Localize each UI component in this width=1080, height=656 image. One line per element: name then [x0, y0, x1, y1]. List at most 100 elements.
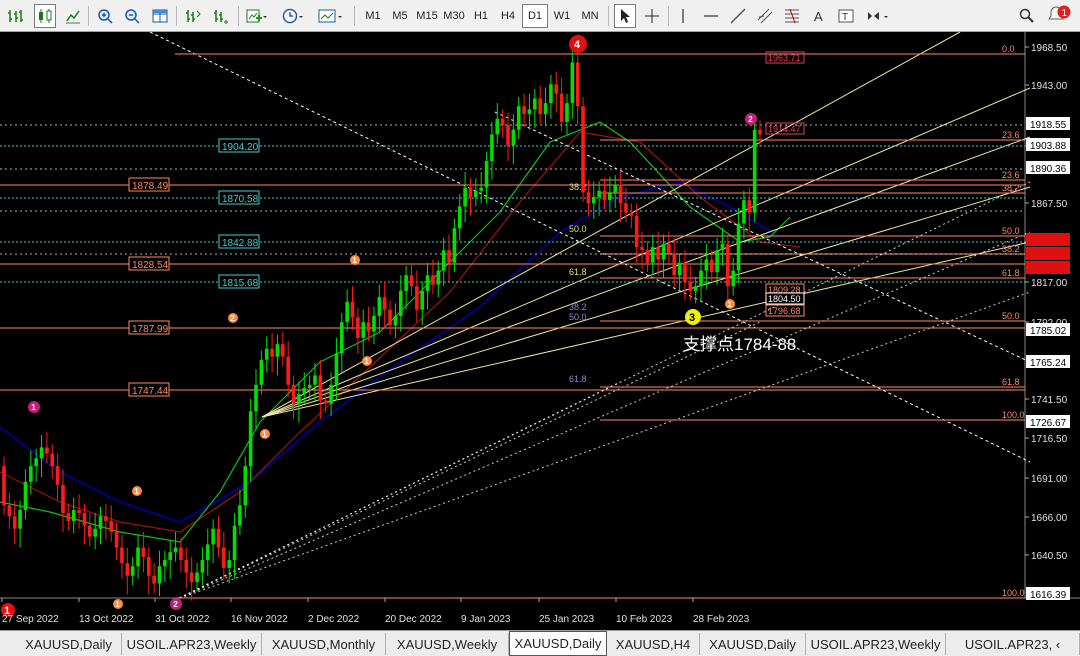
- candle-body: [570, 62, 575, 104]
- price-tag-label: 1804.50: [768, 294, 801, 304]
- date-axis-label: 9 Jan 2023: [461, 614, 511, 625]
- chart-tab[interactable]: XAUUSD,Monthly: [262, 633, 386, 655]
- wave-label: 2: [173, 600, 178, 609]
- timeframe-h1-button[interactable]: H1: [468, 4, 494, 28]
- bar-chart-icon[interactable]: [4, 4, 26, 28]
- chart-tab[interactable]: XAUUSD,Weekly: [386, 633, 509, 655]
- fib-level-label: 50.0: [1002, 311, 1020, 321]
- timeframe-d1-button[interactable]: D1: [522, 4, 548, 28]
- candle-body: [522, 106, 526, 115]
- timeframe-m15-button[interactable]: M15: [414, 4, 440, 28]
- price-axis-label: 1691.00: [1031, 474, 1068, 485]
- periods-clock-icon[interactable]: [280, 4, 306, 28]
- candlestick-icon[interactable]: [34, 4, 56, 28]
- chart-tab[interactable]: XAUUSD,Daily: [16, 633, 122, 655]
- zoom-out-icon[interactable]: [121, 4, 143, 28]
- chart-tab[interactable]: USOIL.APR23,Weekly: [806, 633, 946, 655]
- candle-body: [157, 566, 162, 584]
- candle-body: [474, 190, 478, 198]
- timeframe-m30-button[interactable]: M30: [441, 4, 467, 28]
- candle-body: [7, 505, 12, 517]
- timeframe-m5-button[interactable]: M5: [387, 4, 413, 28]
- candle-body: [313, 375, 317, 385]
- candle-body: [731, 270, 735, 287]
- search-icon[interactable]: [1016, 4, 1038, 28]
- autoscroll-icon[interactable]: [210, 4, 232, 28]
- candle-body: [77, 509, 81, 514]
- timeframe-m1-button[interactable]: M1: [360, 4, 386, 28]
- candle-body: [634, 215, 639, 248]
- chart-tab[interactable]: USOIL.APR23,Weekly: [122, 633, 262, 655]
- zoom-in-icon[interactable]: [94, 4, 116, 28]
- trendline-icon[interactable]: [727, 4, 749, 28]
- candle-body: [243, 466, 248, 506]
- date-axis-label: 20 Dec 2022: [385, 614, 442, 625]
- candle-body: [361, 322, 366, 338]
- candle-body: [527, 109, 532, 115]
- fib-level-label: 50.0: [1002, 226, 1020, 236]
- candle-body: [345, 301, 349, 323]
- chart-tab[interactable]: XAUUSD,H4: [607, 633, 700, 655]
- text-tool-icon[interactable]: A: [808, 4, 830, 28]
- current-price-tag: [1026, 247, 1070, 260]
- crosshair-icon[interactable]: [641, 4, 663, 28]
- line-chart-icon[interactable]: [62, 4, 84, 28]
- vertical-line-icon[interactable]: [672, 4, 694, 28]
- svg-text:A: A: [814, 9, 823, 24]
- candle-body: [45, 447, 49, 454]
- price-axis-label: 1640.50: [1031, 551, 1068, 562]
- text-label-icon[interactable]: T: [835, 4, 857, 28]
- candle-body: [232, 525, 237, 561]
- level-label: 1815.68: [222, 278, 259, 289]
- channel-line-lower: [494, 111, 1031, 363]
- fib-mid-label: 61.8: [569, 374, 587, 384]
- candle-body: [350, 301, 355, 318]
- candle-body: [297, 394, 301, 404]
- fan-line: [261, 186, 1031, 418]
- candle-body: [495, 118, 500, 135]
- candle-body: [136, 547, 140, 567]
- candle-body: [629, 212, 634, 216]
- candle-body: [640, 247, 644, 251]
- tile-windows-icon[interactable]: [149, 4, 171, 28]
- candle-body: [254, 384, 258, 412]
- timeframe-h4-button[interactable]: H4: [495, 4, 521, 28]
- templates-icon[interactable]: [316, 4, 346, 28]
- fan-line: [261, 136, 1031, 418]
- candle-body: [104, 516, 108, 521]
- candle-body: [683, 262, 687, 282]
- price-chart[interactable]: 1904.20 1878.49 1870.58 1842.88 1828.54 1815.…: [0, 31, 1080, 630]
- candle-body: [61, 484, 65, 514]
- level-label: 1787.99: [132, 324, 169, 335]
- equidistant-channel-icon[interactable]: [754, 4, 776, 28]
- candle-body: [591, 197, 596, 204]
- candle-body: [356, 317, 360, 338]
- price-axis-label: 1616.39: [1030, 590, 1067, 601]
- candle-body: [50, 453, 55, 467]
- candle-body: [270, 348, 274, 357]
- chart-tab[interactable]: USOIL.APR23, ‹: [946, 633, 1080, 655]
- candle-body: [672, 253, 677, 276]
- chart-shift-icon[interactable]: [182, 4, 204, 28]
- candle-body: [323, 400, 328, 404]
- candle-body: [152, 575, 156, 584]
- fib-mid-label: 38.2: [569, 302, 587, 312]
- level-label: 1828.54: [132, 260, 169, 271]
- price-axis-label: 1726.67: [1030, 418, 1067, 429]
- candle-body: [216, 528, 221, 548]
- candle-body: [613, 184, 618, 193]
- price-axis-label: 1890.36: [1030, 164, 1067, 175]
- indicators-icon[interactable]: [244, 4, 270, 28]
- cursor-icon[interactable]: [614, 4, 636, 28]
- fibonacci-retracement-icon[interactable]: [781, 4, 803, 28]
- candle-body: [506, 125, 510, 146]
- notifications-icon[interactable]: 1: [1044, 4, 1074, 28]
- candle-body: [538, 98, 542, 115]
- timeframe-w1-button[interactable]: W1: [549, 4, 575, 28]
- chart-tab[interactable]: XAUUSD,Daily: [509, 631, 607, 656]
- horizontal-line-icon[interactable]: [700, 4, 722, 28]
- timeframe-mn-button[interactable]: MN: [577, 4, 603, 28]
- arrows-icon[interactable]: [864, 4, 894, 28]
- chart-tab[interactable]: XAUUSD,Daily: [700, 633, 806, 655]
- candle-body: [543, 103, 548, 115]
